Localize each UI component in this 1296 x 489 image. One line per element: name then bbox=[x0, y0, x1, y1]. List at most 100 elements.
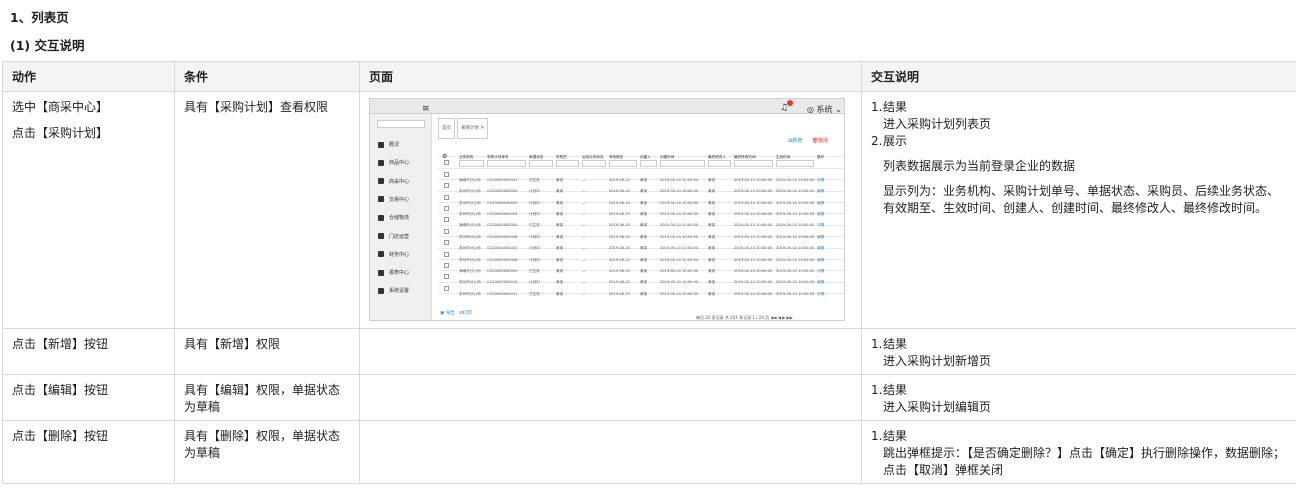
action-cell: 选中【商采中心】 点击【采购计划】 bbox=[2, 91, 175, 329]
action-text: 点击【编辑】按钮 bbox=[12, 383, 109, 397]
mockup-tab-label: 采购计划 bbox=[461, 126, 479, 131]
mockup-add-button: ⊞新增 bbox=[788, 138, 803, 144]
page-cell: ≡ ♫ ◎ 系统 ⌄ 概况 商品中心 商采中心 交易中心 仓储物流 门店运营 财务中心 报表中… bbox=[359, 91, 862, 329]
mockup-filter-row bbox=[438, 157, 844, 169]
sidebar-search-input bbox=[377, 120, 425, 128]
mockup-export-label: 导出 bbox=[445, 311, 455, 316]
mockup-grid-cell: 2019-06-10 bbox=[609, 291, 630, 296]
mockup-grid-row: 海南市分公司 CG20000000001 已生效 黄某 —2019-06-10 黄某 201… bbox=[438, 169, 844, 182]
menu-item-icon bbox=[378, 214, 384, 221]
mockup-sidebar-item: 商采中心 bbox=[378, 174, 409, 191]
action-text: 点击【删除】按钮 bbox=[12, 429, 109, 443]
description-cell: 1. 结果 进入采购计划新增页 bbox=[861, 328, 1296, 375]
purchase-plan-list-mockup: ≡ ♫ ◎ 系统 ⌄ 概况 商品中心 商采中心 交易中心 仓储物流 门店运营 财务中心 报表中… bbox=[369, 98, 845, 321]
step-item: 1. 结果 进入采购计划新增页 bbox=[871, 336, 1287, 370]
mockup-filter-input bbox=[734, 160, 773, 168]
condition-cell: 具有【编辑】权限，单据状态为草稿 bbox=[174, 374, 360, 421]
condition-text: 具有【新增】权限 bbox=[184, 337, 281, 351]
description-cell: 1. 结果 进入采购计划编辑页 bbox=[861, 374, 1296, 421]
mockup-sidebar-item: 系统设置 bbox=[378, 283, 409, 300]
interaction-spec-table: 动作 条件 页面 交互说明 选中【商采中心】 点击【采购计划】 具有【采购计划】… bbox=[2, 61, 1296, 484]
mockup-grid-header: ⚙ 业务机构 采购计划单号 单据状态 采购员 后续业务状态 有效期至 创建人 创建时间 最终修改人… bbox=[438, 146, 844, 160]
page-cell bbox=[359, 374, 862, 421]
action-cell: 点击【新增】按钮 bbox=[2, 328, 175, 375]
condition-cell: 具有【采购计划】查看权限 bbox=[174, 91, 360, 329]
step-list: 1. 结果 进入采购计划编辑页 bbox=[871, 382, 1287, 416]
step-number: 1. bbox=[871, 429, 883, 443]
menu-item-icon bbox=[378, 251, 384, 258]
mockup-sidebar-label: 仓储物流 bbox=[389, 215, 410, 222]
checkbox bbox=[444, 183, 449, 189]
condition-cell: 具有【删除】权限，单据状态为草稿 bbox=[174, 420, 360, 484]
action-text: 点击【采购计划】 bbox=[12, 126, 109, 140]
action-cell: 点击【编辑】按钮 bbox=[2, 374, 175, 421]
condition-cell: 具有【新增】权限 bbox=[174, 328, 360, 375]
mockup-grid-cell: CG20000000011 bbox=[487, 291, 518, 296]
step-item: 2. 展示 列表数据展示为当前登录企业的数据 显示列为：业务机构、采购计划单号、… bbox=[871, 133, 1287, 217]
table-row: 点击【新增】按钮 具有【新增】权限 1. 结果 进入采购计划新增页 bbox=[2, 328, 1296, 375]
mockup-sidebar-label: 概况 bbox=[389, 142, 400, 148]
checkbox bbox=[444, 171, 449, 177]
checkbox bbox=[444, 274, 449, 280]
mockup-pager: 每页 20 条记录 共 201 条记录 1 / 24 页 ◀◀ ◀ ▶ ▶▶ bbox=[696, 315, 793, 320]
condition-text: 具有【删除】权限，单据状态为草稿 bbox=[184, 429, 341, 460]
menu-item-icon bbox=[378, 141, 384, 148]
mockup-grid-cell: 已生效 bbox=[529, 291, 540, 296]
table-row: 选中【商采中心】 点击【采购计划】 具有【采购计划】查看权限 ≡ ♫ ◎ 系统 … bbox=[2, 91, 1296, 329]
section-heading: 1、列表页 bbox=[10, 10, 69, 25]
mockup-sidebar-item: 概况 bbox=[378, 137, 399, 154]
menu-item-icon bbox=[378, 287, 384, 294]
subsection-heading: (1) 交互说明 bbox=[10, 38, 85, 53]
notification-badge bbox=[787, 100, 793, 106]
mockup-grid-row: 苏州市分公司 CG20000000010 计划中 黄某 —2019-06-10 黄某 201… bbox=[438, 271, 844, 284]
mockup-grid-row: 苏州市分公司 CG20000000004 计划中 黄某 —2019-06-10 黄某 201… bbox=[438, 203, 844, 216]
step-number: 1. bbox=[871, 100, 883, 114]
checkbox bbox=[444, 285, 449, 291]
mockup-add-label: 新增 bbox=[792, 138, 803, 144]
mockup-sidebar-label: 商品中心 bbox=[389, 160, 410, 167]
mockup-filter-input bbox=[640, 160, 657, 168]
menu-item-icon bbox=[378, 159, 384, 166]
mockup-topbar: ≡ ♫ ◎ 系统 ⌄ bbox=[370, 99, 844, 114]
mockup-grid-row: 海南市分公司 CG20000000009 已生效 黄某 —2019-06-10 黄某 201… bbox=[438, 260, 844, 273]
table-header-row: 动作 条件 页面 交互说明 bbox=[2, 61, 1296, 92]
menu-item-icon bbox=[378, 178, 384, 185]
mockup-print-label: 打印 bbox=[462, 311, 472, 316]
mockup-sidebar-item: 报表中心 bbox=[378, 265, 409, 282]
step-title: 结果 bbox=[883, 100, 908, 114]
menu-item-icon bbox=[378, 269, 384, 276]
page-cell bbox=[359, 328, 862, 375]
mockup-sidebar-item: 财务中心 bbox=[378, 247, 409, 264]
checkbox bbox=[444, 240, 449, 246]
mockup-grid-cell: 2019-05-10 10:00:00 bbox=[776, 291, 815, 296]
mockup-grid-cell: 2019-05-10 10:00:00 bbox=[660, 291, 699, 296]
step-line: 跳出弹框提示：【是否确定删除？】点击【确定】执行删除操作，数据删除；点击【取消】… bbox=[883, 446, 1286, 477]
step-line: 进入采购计划编辑页 bbox=[883, 400, 992, 414]
header-action: 动作 bbox=[2, 61, 175, 92]
step-list: 1. 结果 进入采购计划列表页 2. 展示 列表数据展示为当前登录企业的数据 显… bbox=[871, 99, 1287, 217]
mockup-delete-label: 删除 bbox=[818, 138, 829, 144]
menu-item-icon bbox=[378, 196, 384, 203]
mockup-sidebar-label: 交易中心 bbox=[389, 196, 410, 203]
header-condition: 条件 bbox=[174, 61, 360, 92]
mockup-sidebar-item: 商品中心 bbox=[378, 155, 409, 172]
page-cell bbox=[359, 420, 862, 484]
condition-text: 具有【编辑】权限，单据状态为草稿 bbox=[184, 383, 341, 414]
mockup-tab-home: 首页 bbox=[438, 118, 455, 139]
checkbox bbox=[444, 251, 449, 257]
mockup-filter-input bbox=[609, 160, 637, 168]
step-line: 进入采购计划列表页 bbox=[883, 117, 992, 131]
mockup-grid-cell: 详情 bbox=[817, 291, 825, 296]
user-name: 系统 bbox=[816, 105, 833, 114]
mockup-grid-row: 苏州市分公司 CG20000000003 计划中 黄某 —2019-06-10 黄某 201… bbox=[438, 192, 844, 205]
mockup-filter-input bbox=[487, 160, 526, 168]
step-title: 展示 bbox=[883, 134, 908, 148]
step-list: 1. 结果 进入采购计划新增页 bbox=[871, 336, 1287, 370]
step-item: 1. 结果 跳出弹框提示：【是否确定删除？】点击【确定】执行删除操作，数据删除；… bbox=[871, 428, 1287, 479]
table-row: 点击【删除】按钮 具有【删除】权限，单据状态为草稿 1. 结果 跳出弹框提示：【… bbox=[2, 420, 1296, 484]
checkbox bbox=[444, 194, 449, 200]
mockup-grid-row: 海南市分公司 CG20000000005 已生效 黄某 —2019-06-10 黄某 201… bbox=[438, 214, 844, 227]
checkbox bbox=[444, 217, 449, 223]
checkbox bbox=[444, 160, 449, 166]
step-title: 结果 bbox=[883, 337, 908, 351]
